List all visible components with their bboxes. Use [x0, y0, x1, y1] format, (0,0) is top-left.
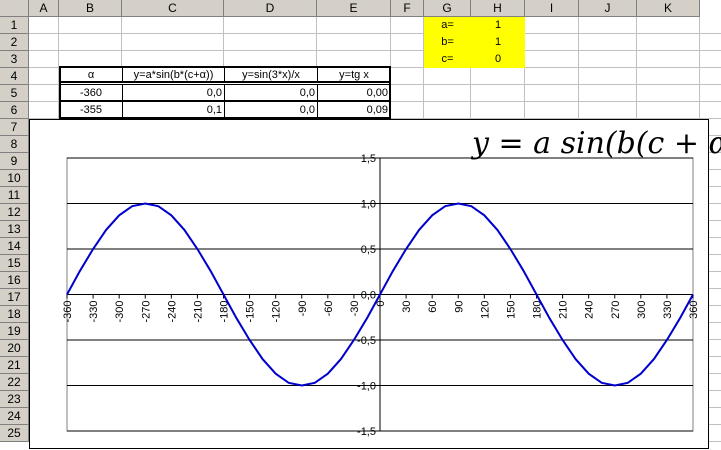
table-cell[interactable]: 0,0	[122, 84, 225, 101]
x-tick-label: -90	[297, 301, 309, 317]
table-cell[interactable]: 0,09	[317, 101, 391, 118]
row-header-15[interactable]: 15	[0, 255, 29, 272]
row-header-6[interactable]: 6	[0, 102, 29, 119]
y-tick-label: 1,5	[361, 153, 376, 165]
column-header-c[interactable]: C	[122, 0, 224, 17]
row-header-9[interactable]: 9	[0, 153, 29, 170]
x-tick-label: 240	[584, 301, 596, 319]
column-header-j[interactable]: J	[579, 0, 637, 17]
row-header-10[interactable]: 10	[0, 170, 29, 187]
row-header-7[interactable]: 7	[0, 119, 29, 136]
y-tick-label: -1,0	[357, 381, 376, 393]
table-header-tg[interactable]: y=tg x	[317, 66, 391, 83]
row-header-2[interactable]: 2	[0, 34, 29, 51]
x-tick-label: -240	[166, 301, 178, 323]
table-cell[interactable]: 0,1	[122, 101, 225, 118]
column-header-d[interactable]: D	[224, 0, 317, 17]
column-header-a[interactable]: A	[29, 0, 59, 17]
row-header-12[interactable]: 12	[0, 204, 29, 221]
x-tick-label: -330	[88, 301, 100, 323]
row-header-24[interactable]: 24	[0, 408, 29, 425]
row-header-18[interactable]: 18	[0, 306, 29, 323]
row-header-19[interactable]: 19	[0, 323, 29, 340]
row-header-13[interactable]: 13	[0, 221, 29, 238]
x-tick-label: 330	[662, 301, 674, 319]
param-c-label[interactable]: c=	[424, 51, 471, 68]
table-cell[interactable]: -360	[59, 84, 123, 101]
chart-title: y = a sin(b(c + α))	[472, 126, 721, 161]
y-tick-label: 0,5	[361, 244, 376, 256]
x-tick-label: 360	[688, 301, 700, 319]
x-tick-label: 270	[610, 301, 622, 319]
row-header-17[interactable]: 17	[0, 289, 29, 306]
row-header-14[interactable]: 14	[0, 238, 29, 255]
x-tick-label: 60	[427, 301, 439, 313]
param-c-value[interactable]: 0	[471, 51, 525, 68]
table-header-sin3x[interactable]: y=sin(3*x)/x	[224, 66, 318, 83]
param-a-value[interactable]: 1	[471, 17, 525, 34]
param-b-value[interactable]: 1	[471, 34, 525, 51]
row-header-8[interactable]: 8	[0, 136, 29, 153]
x-tick-label: -210	[192, 301, 204, 323]
column-header-g[interactable]: G	[424, 0, 471, 17]
row-header-22[interactable]: 22	[0, 374, 29, 391]
sine-chart: 1,5 1,0 0,5 0,0 -0,5 -1,0 -1,5 -360 -330 -300 -270…	[62, 153, 700, 438]
row-header-16[interactable]: 16	[0, 272, 29, 289]
column-header-h[interactable]: H	[471, 0, 525, 17]
x-tick-label: -60	[323, 301, 335, 317]
x-tick-label: -300	[114, 301, 126, 323]
row-header-11[interactable]: 11	[0, 187, 29, 204]
row-header-1[interactable]: 1	[0, 17, 29, 34]
x-tick-label: 90	[453, 301, 465, 313]
select-all-corner[interactable]	[0, 0, 29, 17]
column-header-b[interactable]: B	[59, 0, 122, 17]
param-b-label[interactable]: b=	[424, 34, 471, 51]
x-tick-label: -150	[245, 301, 257, 323]
chart-area[interactable]: 1,5 1,0 0,5 0,0 -0,5 -1,0 -1,5 -360 -330 -300 -270…	[29, 119, 709, 449]
y-tick-label: 1,0	[361, 199, 376, 211]
column-header-i[interactable]: I	[525, 0, 579, 17]
y-tick-label: -1,5	[357, 426, 376, 438]
table-cell[interactable]: 0,0	[224, 84, 318, 101]
param-a-label[interactable]: a=	[424, 17, 471, 34]
x-tick-label: 150	[505, 301, 517, 319]
x-tick-label: -30	[349, 301, 361, 317]
table-cell[interactable]: 0,00	[317, 84, 391, 101]
y-tick-label: 0,0	[361, 290, 376, 302]
row-header-25[interactable]: 25	[0, 425, 29, 442]
row-header-23[interactable]: 23	[0, 391, 29, 408]
table-cell[interactable]: 0,0	[224, 101, 318, 118]
x-tick-label: -270	[140, 301, 152, 323]
row-header-3[interactable]: 3	[0, 51, 29, 68]
x-tick-label: 300	[636, 301, 648, 319]
row-header-20[interactable]: 20	[0, 340, 29, 357]
grid-line	[29, 50, 721, 51]
row-header-5[interactable]: 5	[0, 85, 29, 102]
x-tick-label: -360	[62, 301, 74, 323]
table-header-sin[interactable]: y=a*sin(b*(c+α))	[122, 66, 225, 83]
x-tick-label: 30	[401, 301, 413, 313]
column-header-k[interactable]: K	[637, 0, 700, 17]
row-header-21[interactable]: 21	[0, 357, 29, 374]
column-header-f[interactable]: F	[391, 0, 424, 17]
table-header-alpha[interactable]: α	[59, 66, 123, 83]
x-tick-label: 120	[479, 301, 491, 319]
x-tick-label: -120	[271, 301, 283, 323]
table-cell[interactable]: -355	[59, 101, 123, 118]
x-tick-label: 210	[558, 301, 570, 319]
y-tick-label: -0,5	[357, 335, 376, 347]
row-header-4[interactable]: 4	[0, 68, 29, 85]
grid-line	[29, 33, 721, 34]
column-header-e[interactable]: E	[317, 0, 391, 17]
